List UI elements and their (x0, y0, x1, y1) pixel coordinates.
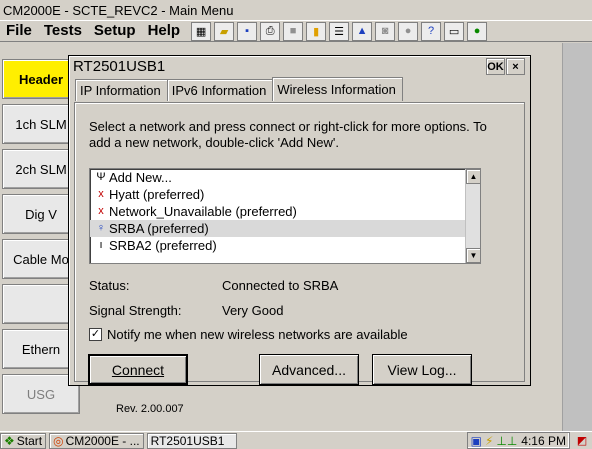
chart-icon[interactable]: ▮ (306, 21, 327, 41)
tab-ip-information[interactable]: IP Information (75, 79, 168, 101)
clock: 4:16 PM (521, 433, 566, 448)
dialog-close-button[interactable]: × (506, 58, 525, 75)
network-dialog: RT2501USB1 OK × IP Information IPv6 Info… (68, 55, 531, 386)
connect-button-label: Connect (111, 361, 165, 378)
lock-icon[interactable]: ◙ (375, 21, 396, 41)
task-label: CM2000E - ... (65, 433, 140, 448)
help-icon[interactable]: ? (421, 21, 442, 41)
network-list[interactable]: Ψ Add New... x Hyatt (preferred) x Netwo… (89, 168, 481, 264)
tab-wireless-information[interactable]: Wireless Information (272, 77, 403, 101)
network-tray-icon[interactable]: ▣ (471, 434, 482, 448)
connection-tray-icon[interactable]: ⊥⊥ (496, 434, 517, 448)
signal-icon: ı (99, 239, 103, 251)
connected-icon: ♀ (96, 222, 106, 234)
right-strip (562, 43, 592, 431)
task-label: RT2501USB1 (150, 433, 225, 448)
grid-icon[interactable]: ▦ (191, 21, 212, 41)
camera-icon[interactable]: ● (398, 21, 419, 41)
app-icon: ◎ (53, 433, 64, 448)
print-icon[interactable]: ⎙ (260, 21, 281, 41)
advanced-button[interactable]: Advanced... (259, 354, 359, 385)
signal-strength-value: Very Good (222, 303, 284, 318)
connect-button[interactable]: Connect (88, 354, 188, 385)
scroll-down-icon[interactable]: ▼ (466, 248, 480, 263)
disabled-tool-icon[interactable]: ■ (283, 21, 304, 41)
view-log-button[interactable]: View Log... (372, 354, 472, 385)
list-item[interactable]: Ψ Add New... (90, 169, 480, 186)
view-log-button-label: View Log... (387, 361, 457, 378)
menubar: File Tests Setup Help ▦ ▰ ▪ ⎙ ■ ▮ ☰ ▲ ◙ … (0, 20, 592, 42)
network-label: Network_Unavailable (preferred) (109, 204, 297, 219)
notify-checkbox[interactable]: ✓ (89, 328, 102, 341)
windows-logo-icon: ❖ (4, 433, 15, 448)
task-cm2000e[interactable]: ◎ CM2000E - ... (49, 432, 144, 449)
ok-status-icon[interactable]: ● (467, 21, 488, 41)
list-item[interactable]: x Hyatt (preferred) (90, 186, 480, 203)
wireless-tray-icon[interactable]: ⚡ (485, 434, 493, 448)
network-label: SRBA2 (preferred) (109, 238, 217, 253)
network-label: SRBA (preferred) (109, 221, 209, 236)
antenna-icon: Ψ (96, 171, 106, 183)
open-folder-icon[interactable]: ▰ (214, 21, 235, 41)
network-label: Add New... (109, 170, 172, 185)
no-signal-icon: x (98, 188, 104, 200)
dialog-ok-button[interactable]: OK (486, 58, 505, 75)
start-button[interactable]: ❖ Start (0, 432, 47, 449)
no-signal-icon: x (98, 205, 104, 217)
scroll-up-icon[interactable]: ▲ (466, 169, 480, 184)
dialog-title: RT2501USB1 (73, 58, 166, 75)
task-rt2501usb1[interactable]: RT2501USB1 (146, 432, 237, 449)
notify-row: ✓ Notify me when new wireless networks a… (89, 327, 408, 342)
desktop-icon[interactable]: ◩ (574, 433, 590, 448)
taskbar: ❖ Start ◎ CM2000E - ... RT2501USB1 ▣ ⚡ ⊥… (0, 431, 592, 449)
start-label: Start (16, 433, 43, 448)
list-icon[interactable]: ☰ (329, 21, 350, 41)
system-tray: ▣ ⚡ ⊥⊥ 4:16 PM (466, 432, 570, 449)
network-label: Hyatt (preferred) (109, 187, 205, 202)
revision-label: Rev. 2.00.007 (116, 403, 184, 415)
toolbar: ▦ ▰ ▪ ⎙ ■ ▮ ☰ ▲ ◙ ● ? ▭ ● (191, 21, 490, 41)
tab-ipv6-information[interactable]: IPv6 Information (166, 79, 274, 101)
menu-tests[interactable]: Tests (39, 21, 87, 41)
status-label: Status: (89, 278, 130, 293)
tab-strip: IP Information IPv6 Information Wireless… (75, 77, 403, 103)
menu-help[interactable]: Help (143, 21, 186, 41)
window-icon[interactable]: ▭ (444, 21, 465, 41)
advanced-button-label: Advanced... (272, 361, 346, 378)
notify-label: Notify me when new wireless networks are… (107, 327, 408, 342)
list-item[interactable]: ♀ SRBA (preferred) (90, 220, 480, 237)
list-item[interactable]: x Network_Unavailable (preferred) (90, 203, 480, 220)
instructions-text: Select a network and press connect or ri… (89, 119, 487, 150)
status-value: Connected to SRBA (222, 278, 339, 293)
menu-setup[interactable]: Setup (89, 21, 141, 41)
list-item[interactable]: ı SRBA2 (preferred) (90, 237, 480, 254)
list-scrollbar[interactable]: ▲ ▼ (465, 169, 480, 263)
network-icon[interactable]: ▲ (352, 21, 373, 41)
window-title: CM2000E - SCTE_REVC2 - Main Menu (0, 0, 592, 20)
signal-strength-label: Signal Strength: (89, 303, 182, 318)
save-icon[interactable]: ▪ (237, 21, 258, 41)
wireless-panel: Select a network and press connect or ri… (74, 102, 525, 382)
menu-file[interactable]: File (1, 21, 37, 41)
